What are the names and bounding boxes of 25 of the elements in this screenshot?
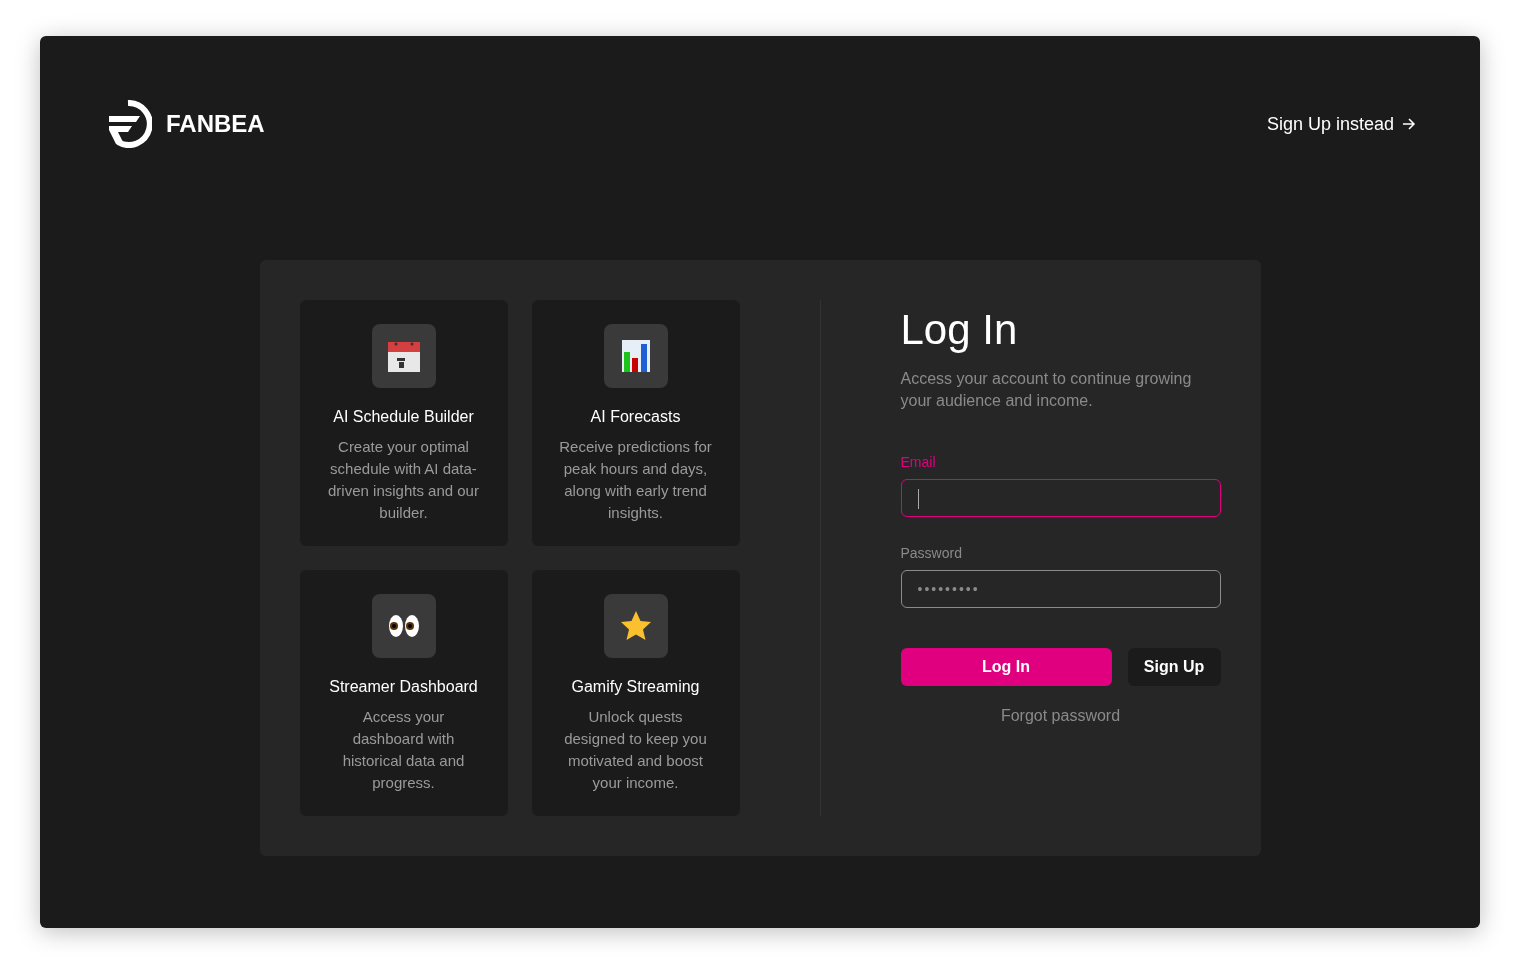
feature-description: Create your optimal schedule with AI data-driven insights and our builder. — [327, 437, 480, 523]
text-cursor — [917, 489, 919, 509]
feature-description: Receive predictions for peak hours and days, along with early trend insights. — [558, 437, 713, 523]
feature-title: Gamify Streaming — [571, 677, 700, 697]
feature-title: Streamer Dashboard — [329, 677, 478, 697]
sign-up-button[interactable]: Sign Up — [1127, 648, 1221, 686]
field-label: Email — [900, 453, 937, 472]
feature-description: Unlock quests designed to keep you motivated and boost your income. — [563, 707, 708, 793]
field-label: Password — [900, 544, 963, 563]
forgot-password-link[interactable]: Forgot password — [1000, 704, 1121, 728]
arrow-right-icon — [1402, 117, 1416, 131]
feature-title: AI Schedule Builder — [333, 407, 474, 427]
log-in-button[interactable]: Log In — [900, 648, 1112, 686]
email-field[interactable] — [900, 479, 1221, 517]
password-field[interactable]: ••••••••• — [900, 570, 1221, 608]
calendar-icon — [387, 340, 420, 372]
login-subtitle: Access your account to continue growing your audience and income. — [900, 369, 1193, 411]
sign-up-instead-link[interactable]: Sign Up instead — [1266, 110, 1416, 138]
brand-name: FANBEA — [166, 109, 265, 139]
eyes-icon — [387, 613, 420, 639]
bar-chart-icon — [621, 340, 650, 372]
star-icon — [619, 610, 652, 642]
feature-description: Access your dashboard with historical data and progress. — [341, 707, 466, 793]
feature-title: AI Forecasts — [590, 407, 681, 427]
login-title: Log In — [900, 305, 1019, 355]
